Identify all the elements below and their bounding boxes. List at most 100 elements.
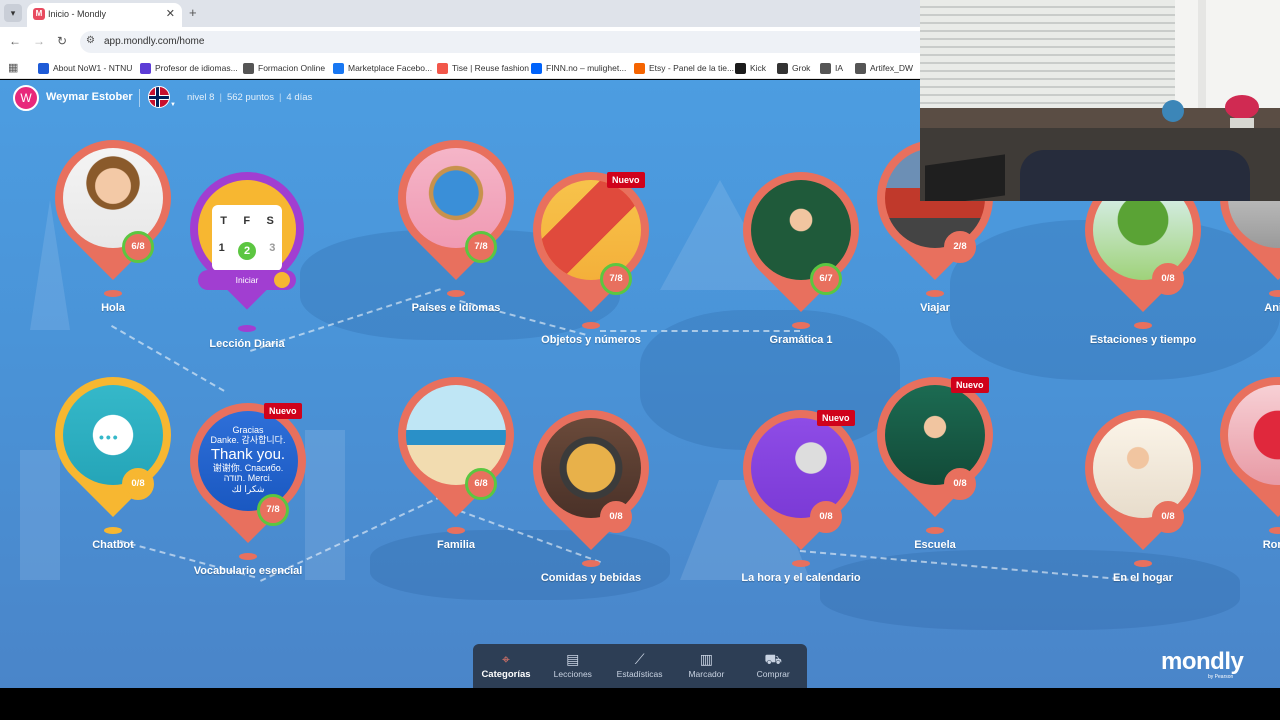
bookmark-item[interactable]: Tise | Reuse fashion (437, 61, 529, 75)
new-tab-icon[interactable]: + (189, 5, 197, 20)
user-stats: nivel 8 | 562 puntos | 4 días (187, 92, 313, 103)
category-pin[interactable]: 0/8 Nuevo Escuela (852, 352, 1018, 557)
bookmark-item[interactable]: Formacion Online (243, 61, 325, 75)
category-pin[interactable]: 0/8 En el hogar (1060, 385, 1226, 590)
category-label: Comidas y bebidas (540, 572, 642, 584)
category-image (1228, 385, 1280, 485)
bottom-nav: ⌖ Categorías ▤ Lecciones ⟋ Estadísticas ▥ Marca… (473, 644, 807, 688)
category-pin[interactable]: 6/7 Gramática 1 (718, 147, 884, 352)
bookmark-item[interactable]: About NoW1 - NTNU (38, 61, 132, 75)
bookmark-label: IA (835, 63, 844, 73)
vocab-word: Thank you. (210, 445, 286, 463)
nav-label: Lecciones (553, 669, 592, 679)
cal-day-number: 1 (218, 242, 225, 254)
vocab-word: Gracias (232, 425, 264, 435)
category-pin[interactable]: 7/8 Países e Idiomas (373, 115, 539, 320)
nav-label: Comprar (756, 669, 790, 679)
norway-flag-icon[interactable] (148, 86, 170, 108)
grok-icon (777, 62, 788, 74)
forward-arrow-icon[interactable]: → (33, 34, 45, 48)
progress-badge: 6/8 (122, 231, 154, 263)
category-label: La hora y el calendario (741, 572, 861, 584)
category-pin[interactable]: 7/8 Nuevo Objetos y números (508, 147, 674, 352)
browser-tab-active[interactable]: M Inicio - Mondly ✕ (27, 3, 182, 27)
category-image (541, 418, 641, 518)
bookmark-item[interactable]: IA (820, 61, 843, 75)
nav-item-5[interactable]: ⛟ Comprar (740, 644, 806, 688)
folder-icon (243, 62, 254, 74)
category-pin[interactable]: Roma (1195, 352, 1280, 557)
pin-dot (792, 322, 810, 329)
bookmark-label: Etsy - Panel de la tie... (649, 63, 735, 73)
nav-label: Categorías (481, 669, 531, 680)
pin-dot (1134, 322, 1152, 329)
category-pin[interactable]: 0/8 Nuevo La hora y el calendario (718, 385, 884, 590)
nav-item-1[interactable]: ⌖ Categorías (473, 644, 539, 688)
divider (139, 89, 140, 107)
bookmark-item[interactable]: Profesor de idiomas... (140, 61, 238, 75)
avatar[interactable]: W (13, 85, 39, 111)
bookmark-label: Grok (792, 63, 811, 73)
new-badge: Nuevo (264, 403, 302, 419)
progress-badge: 0/8 (600, 501, 632, 533)
kick-icon (735, 62, 746, 74)
pin-dot (1269, 290, 1280, 297)
chevron-down-icon[interactable]: ▼ (170, 102, 176, 108)
calendar-icon: T F S 1 2 3 (212, 205, 282, 271)
bookmark-label: FINN.no – mulighet... (546, 63, 627, 73)
url-text: app.mondly.com/home (104, 36, 205, 47)
category-label: Países e Idiomas (411, 302, 501, 314)
category-pin[interactable]: 0/8 Comidas y bebidas (508, 385, 674, 590)
screen: ▾ M Inicio - Mondly ✕ + ← → ↻ ⚙ app.mond… (0, 0, 1280, 720)
category-label: Anim (1264, 302, 1280, 314)
tab-title: Inicio - Mondly (48, 9, 107, 19)
site-info-icon[interactable]: ⚙ (86, 35, 95, 46)
apps-grid-icon[interactable]: ▦ (8, 61, 18, 74)
bookmark-item[interactable]: Etsy - Panel de la tie... (634, 61, 734, 75)
back-arrow-icon[interactable]: ← (9, 34, 21, 48)
brand-subtitle: by Pearson (1208, 674, 1234, 680)
progress-badge: 6/8 (465, 468, 497, 500)
pin-dot (104, 527, 122, 534)
category-pin[interactable]: 6/8 Hola (30, 115, 196, 320)
tab-close-icon[interactable]: ✕ (166, 7, 175, 20)
category-image (406, 148, 506, 248)
nav-item-2[interactable]: ▤ Lecciones (540, 644, 606, 688)
cal-day-label: T (220, 215, 227, 227)
category-pin[interactable]: ••• 0/8 Chatbot (30, 352, 196, 557)
bookmark-item[interactable]: FINN.no – mulighet... (531, 61, 626, 75)
webcam-overlay (920, 0, 1280, 201)
reload-icon[interactable]: ↻ (57, 34, 67, 48)
vocab-word: 谢谢你. Спасибо. (212, 462, 284, 473)
tise-icon (437, 62, 448, 74)
taskbar-area (0, 688, 1280, 720)
bookmark-item[interactable]: Artifex_DW (855, 61, 913, 75)
hearts-illustration (1228, 385, 1280, 485)
category-pin[interactable]: Gracias Danke. 감사합니다. Thank you. 谢谢你. Спаси… (165, 378, 331, 583)
woman-portrait-illustration (63, 148, 163, 248)
chart-line-icon: ⟋ (634, 651, 645, 667)
progress-badge: 6/7 (810, 263, 842, 295)
vocab-words: Gracias Danke. 감사합니다. Thank you. 谢谢你. Спаси… (198, 425, 298, 494)
etsy-icon (634, 62, 645, 74)
bookmark-item[interactable]: Kick (735, 61, 766, 75)
username[interactable]: Weymar Estober (46, 91, 133, 103)
tab-search-button[interactable]: ▾ (4, 4, 22, 22)
nav-item-3[interactable]: ⟋ Estadísticas (607, 644, 673, 688)
start-dot (274, 272, 290, 288)
soup-illustration (541, 418, 641, 518)
category-label: Viajar (920, 302, 950, 314)
bookmark-label: Kick (750, 63, 767, 73)
pin-dot (104, 290, 122, 297)
pin-dot (926, 527, 944, 534)
category-label: Escuela (914, 539, 956, 551)
globe-decoration (1162, 100, 1184, 122)
bookmark-item[interactable]: Marketplace Facebo... (333, 61, 432, 75)
bookmark-item[interactable]: Grok (777, 61, 810, 75)
category-pin[interactable]: 6/8 Familia (373, 352, 539, 557)
nav-item-4[interactable]: ▥ Marcador (673, 644, 739, 688)
school-teacher-illustration (885, 385, 985, 485)
vocab-word: תודה. Merci. (223, 473, 273, 484)
daily-lesson-card[interactable]: T F S 1 2 3 Iniciar Lección Diaria (166, 148, 328, 350)
folder-icon (855, 62, 866, 74)
